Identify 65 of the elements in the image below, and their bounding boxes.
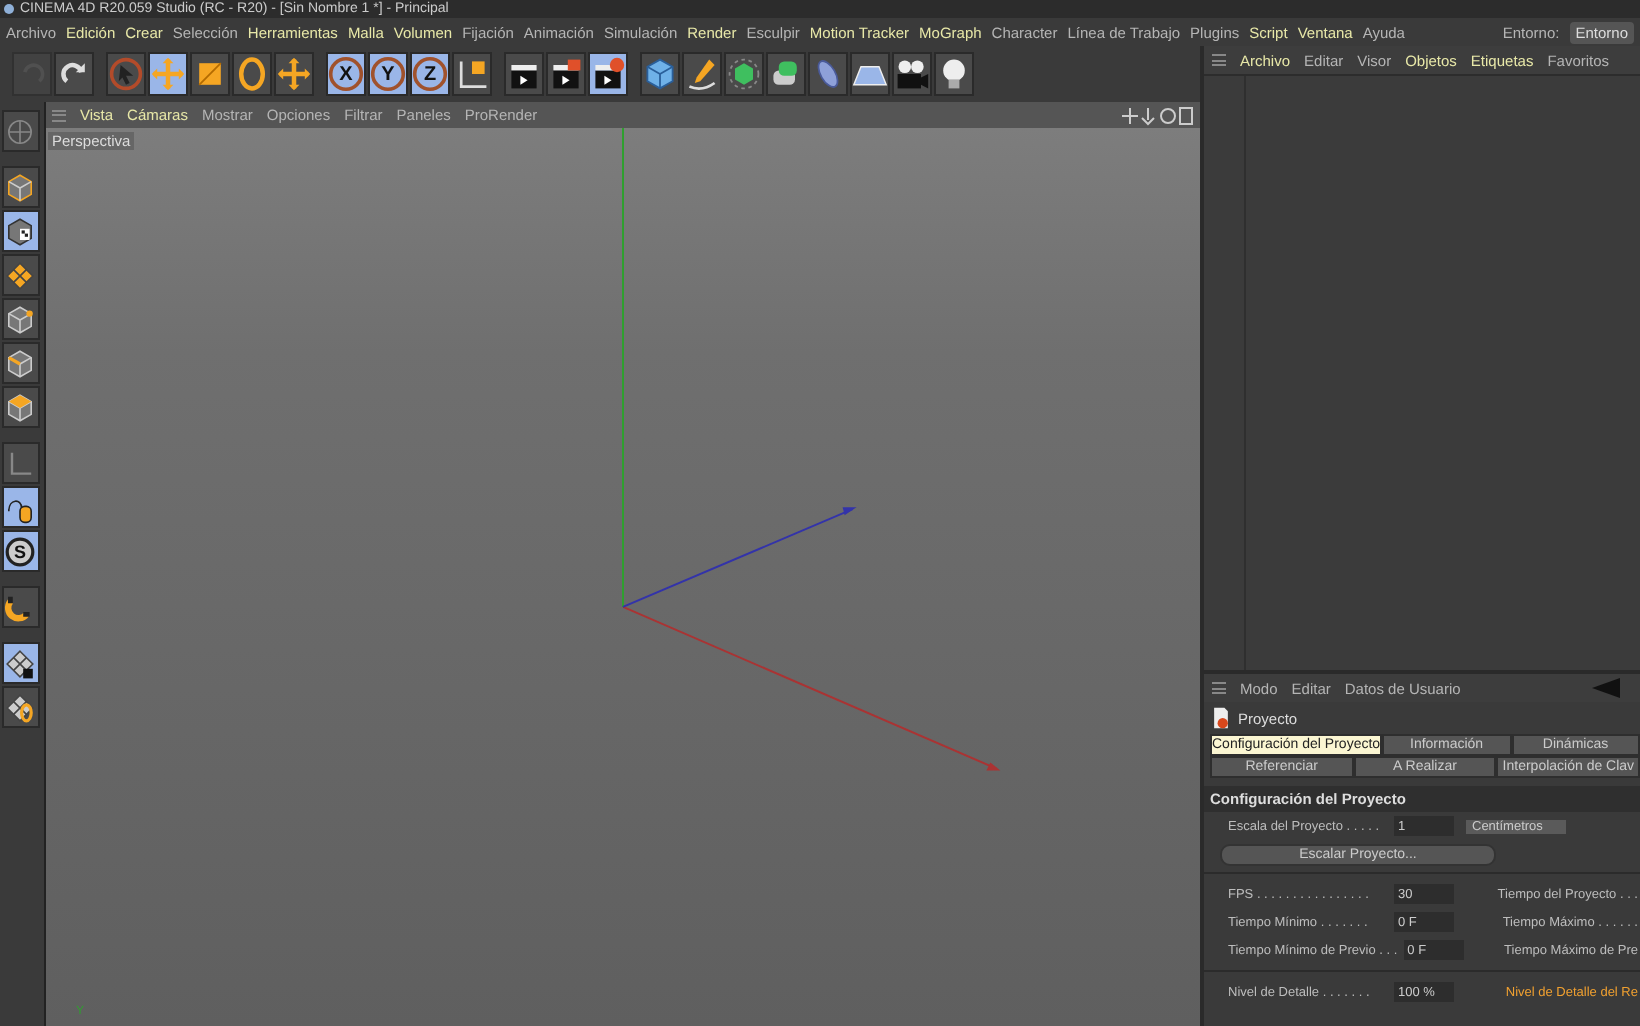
capsule-tool-button[interactable] bbox=[808, 52, 848, 96]
bulb-tool-button[interactable] bbox=[934, 52, 974, 96]
clapper-picture-tool-button[interactable] bbox=[546, 52, 586, 96]
axis-tool-button[interactable]: X bbox=[326, 52, 366, 96]
magnet-mode-button[interactable] bbox=[1, 586, 39, 628]
app-logo-icon bbox=[4, 4, 14, 14]
clapperboard-icon bbox=[548, 56, 584, 92]
move-tool-button[interactable] bbox=[148, 52, 188, 96]
panel-grip-icon bbox=[1212, 682, 1226, 694]
edges-mode-button[interactable] bbox=[1, 342, 39, 384]
panel-grip-icon bbox=[52, 109, 66, 121]
cursor-icon bbox=[108, 56, 144, 92]
mouse-mode-button[interactable] bbox=[1, 486, 39, 528]
axis-tool-button[interactable]: Z bbox=[410, 52, 450, 96]
coords-tool-button[interactable] bbox=[452, 52, 492, 96]
grid-mode-button[interactable] bbox=[1, 254, 39, 296]
cube-icon bbox=[642, 56, 678, 92]
circle-icon bbox=[4, 535, 36, 567]
lock-mode-button[interactable] bbox=[1, 642, 39, 684]
panel-grip-icon bbox=[1212, 54, 1226, 66]
circle-icon bbox=[328, 56, 364, 92]
axes-mode-button[interactable] bbox=[1, 442, 39, 484]
cube-tool-button[interactable] bbox=[640, 52, 680, 96]
camera-tool-button[interactable] bbox=[892, 52, 932, 96]
rotate-tool-button[interactable] bbox=[232, 52, 272, 96]
redo-tool-button[interactable] bbox=[54, 52, 94, 96]
circle-icon bbox=[370, 56, 406, 92]
clapper-tool-button[interactable] bbox=[504, 52, 544, 96]
floor-tool-button[interactable] bbox=[850, 52, 890, 96]
cube-icon bbox=[4, 215, 36, 247]
pen-tool-button[interactable] bbox=[682, 52, 722, 96]
snap-mode-button[interactable]: S bbox=[1, 530, 39, 572]
polys-mode-button[interactable] bbox=[1, 386, 39, 428]
diamond-grid-icon bbox=[4, 647, 36, 679]
cube-icon bbox=[726, 56, 762, 92]
diamond-grid-icon bbox=[4, 691, 36, 723]
navigation-icons[interactable] bbox=[1122, 105, 1194, 125]
move-arrows-icon bbox=[150, 56, 186, 92]
cube-icon bbox=[4, 347, 36, 379]
globe-mode-button[interactable] bbox=[1, 110, 39, 152]
globe-icon bbox=[4, 115, 36, 147]
cube-icon bbox=[4, 303, 36, 335]
diamond-grid-icon bbox=[4, 259, 36, 291]
checker-mode-button[interactable] bbox=[1, 210, 39, 252]
circle-icon bbox=[412, 56, 448, 92]
axis-tool-button[interactable]: Y bbox=[368, 52, 408, 96]
document-icon bbox=[1212, 706, 1230, 730]
clapperboard-icon bbox=[590, 56, 626, 92]
generator-tool-button[interactable] bbox=[724, 52, 764, 96]
scale-tool-button[interactable] bbox=[190, 52, 230, 96]
cube-icon bbox=[4, 171, 36, 203]
sym-mode-button[interactable] bbox=[1, 686, 39, 728]
cross-tool-button[interactable] bbox=[274, 52, 314, 96]
cube-icon bbox=[4, 391, 36, 423]
pen-icon bbox=[684, 56, 720, 92]
camera-icon bbox=[894, 56, 930, 92]
points-mode-button[interactable] bbox=[1, 298, 39, 340]
ring-icon bbox=[234, 56, 270, 92]
deformer-tool-button[interactable] bbox=[766, 52, 806, 96]
axes-icon bbox=[454, 56, 490, 92]
magnet-icon bbox=[4, 591, 36, 623]
clapper-settings-tool-button[interactable] bbox=[588, 52, 628, 96]
cube-mode-button[interactable] bbox=[1, 166, 39, 208]
cross-arrows-icon bbox=[276, 56, 312, 92]
select-tool-button[interactable] bbox=[106, 52, 146, 96]
